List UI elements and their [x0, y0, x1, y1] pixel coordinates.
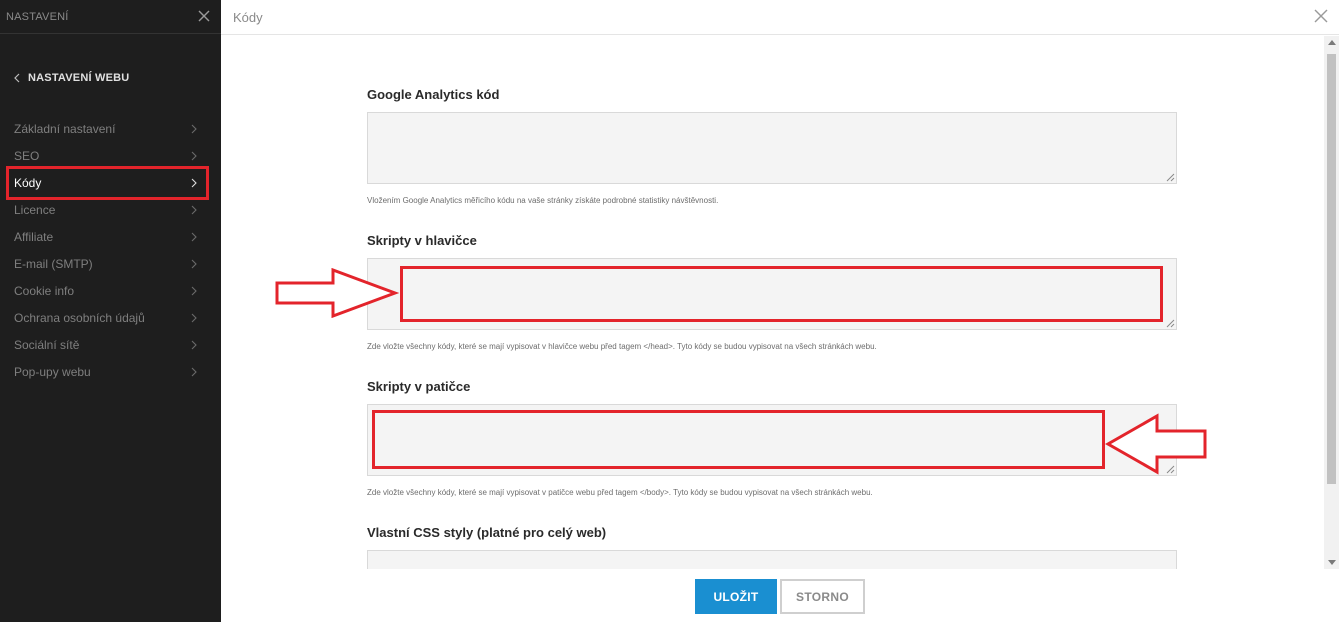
google-analytics-textarea[interactable]	[367, 112, 1177, 184]
arrow-right-annotation	[275, 268, 399, 318]
page-title: Kódy	[233, 9, 263, 25]
form-footer: ULOŽIT STORNO	[221, 569, 1339, 622]
main-panel: Kódy Google Analytics kód Vložením Googl…	[221, 0, 1339, 622]
chevron-right-icon	[191, 124, 197, 134]
resize-grip-icon[interactable]	[1166, 319, 1175, 328]
sidebar-item-label: Affiliate	[14, 229, 54, 244]
sidebar-item-label: Sociální sítě	[14, 337, 80, 352]
sidebar-item-label: E-mail (SMTP)	[14, 256, 93, 271]
close-icon[interactable]	[1313, 8, 1329, 24]
sidebar-item-socialni-site[interactable]: Sociální sítě	[0, 331, 221, 358]
form-content: Google Analytics kód Vložením Google Ana…	[221, 36, 1324, 569]
sidebar-item-label: SEO	[14, 148, 40, 163]
sidebar-item-zakladni-nastaveni[interactable]: Základní nastavení	[0, 115, 221, 142]
cancel-button[interactable]: STORNO	[780, 579, 865, 614]
arrow-left-annotation	[1105, 413, 1207, 475]
chevron-right-icon	[191, 286, 197, 296]
chevron-right-icon	[191, 205, 197, 215]
main-header: Kódy	[221, 0, 1339, 35]
sidebar-item-popupy-webu[interactable]: Pop-upy webu	[0, 358, 221, 385]
google-analytics-label: Google Analytics kód	[367, 87, 500, 102]
scroll-thumb[interactable]	[1327, 54, 1336, 484]
sidebar-item-label: Ochrana osobních údajů	[14, 310, 145, 325]
header-scripts-label: Skripty v hlavičce	[367, 233, 477, 248]
annotation-box-footer	[372, 410, 1105, 469]
annotation-highlight-kody	[6, 166, 209, 200]
close-icon[interactable]	[197, 9, 211, 23]
scroll-up-icon[interactable]	[1328, 40, 1336, 45]
sidebar-item-label: Cookie info	[14, 283, 75, 298]
custom-css-label: Vlastní CSS styly (platné pro celý web)	[367, 525, 607, 540]
sidebar-item-label: Pop-upy webu	[14, 364, 91, 379]
sidebar-item-cookie-info[interactable]: Cookie info	[0, 277, 221, 304]
chevron-right-icon	[191, 151, 197, 161]
chevron-right-icon	[191, 340, 197, 350]
sidebar-item-email-smtp[interactable]: E-mail (SMTP)	[0, 250, 221, 277]
chevron-right-icon	[191, 313, 197, 323]
scroll-down-icon[interactable]	[1328, 560, 1336, 565]
header-scripts-hint: Zde vložte všechny kódy, které se mají v…	[367, 342, 877, 351]
sidebar-item-seo[interactable]: SEO	[0, 142, 221, 169]
sidebar-item-ochrana-udaju[interactable]: Ochrana osobních údajů	[0, 304, 221, 331]
sidebar-item-affiliate[interactable]: Affiliate	[0, 223, 221, 250]
chevron-right-icon	[191, 232, 197, 242]
back-label: NASTAVENÍ WEBU	[28, 72, 130, 84]
annotation-box-header	[400, 266, 1163, 322]
sidebar-item-label: Licence	[14, 202, 56, 217]
resize-grip-icon[interactable]	[1166, 173, 1175, 182]
chevron-right-icon	[191, 367, 197, 377]
settings-menu: Základní nastavení SEO Kódy Licence Affi…	[0, 115, 221, 385]
save-button[interactable]: ULOŽIT	[695, 579, 777, 614]
custom-css-textarea[interactable]	[367, 550, 1177, 569]
google-analytics-hint: Vložením Google Analytics měřicího kódu …	[367, 196, 719, 205]
sidebar-title: NASTAVENÍ	[6, 10, 69, 23]
footer-scripts-hint: Zde vložte všechny kódy, které se mají v…	[367, 488, 873, 497]
sidebar-header: NASTAVENÍ	[0, 0, 221, 34]
chevron-right-icon	[191, 259, 197, 269]
settings-sidebar: NASTAVENÍ NASTAVENÍ WEBU Základní nastav…	[0, 0, 221, 622]
chevron-left-icon	[14, 73, 20, 83]
sidebar-item-licence[interactable]: Licence	[0, 196, 221, 223]
back-to-web-settings[interactable]: NASTAVENÍ WEBU	[14, 72, 129, 84]
footer-scripts-label: Skripty v patičce	[367, 379, 471, 394]
sidebar-item-label: Základní nastavení	[14, 121, 116, 136]
vertical-scrollbar[interactable]	[1324, 36, 1339, 569]
